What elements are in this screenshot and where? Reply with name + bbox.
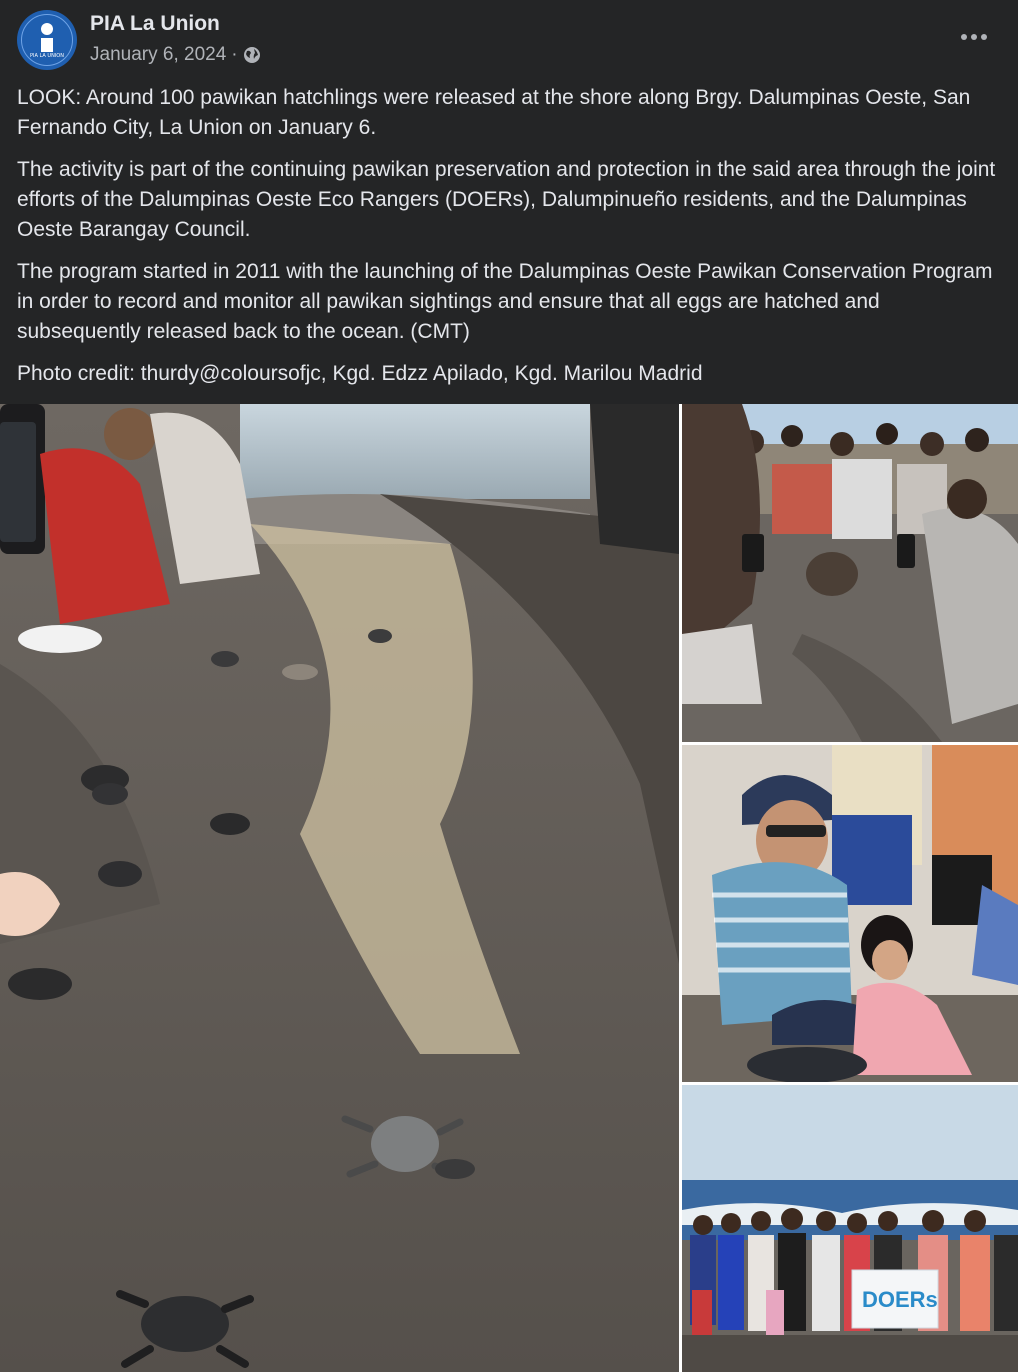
avatar-logo-text: PIA LA UNION — [30, 53, 64, 59]
banner-text: DOERs — [862, 1287, 938, 1312]
globe-icon[interactable] — [243, 46, 261, 64]
page-name-link[interactable]: PIA La Union — [90, 12, 220, 36]
post-body: LOOK: Around 100 pawikan hatchlings were… — [17, 83, 1002, 401]
post-paragraph-3: The program started in 2011 with the lau… — [17, 260, 993, 343]
avatar-logo-dot — [41, 23, 53, 35]
photo-group-with-banner[interactable]: DOERs — [682, 1085, 1018, 1372]
photo-man-and-girl[interactable] — [682, 745, 1018, 1082]
post-paragraph-1: LOOK: Around 100 pawikan hatchlings were… — [17, 86, 971, 139]
meta-separator: · — [231, 44, 238, 65]
photo-hatchlings-on-sand[interactable] — [0, 404, 679, 1372]
photo-credit: Photo credit: thurdy@coloursofjc, Kgd. E… — [17, 362, 703, 385]
post-meta: January 6, 2024 · — [90, 44, 261, 66]
post-header: PIA LA UNION PIA La Union January 6, 202… — [0, 0, 1018, 80]
photo-grid: DOERs — [0, 404, 1018, 1372]
post-date-link[interactable]: January 6, 2024 — [90, 44, 226, 66]
more-horizontal-icon[interactable] — [960, 30, 988, 44]
post-paragraph-2: The activity is part of the continuing p… — [17, 158, 996, 241]
page-avatar[interactable]: PIA LA UNION — [17, 10, 77, 70]
avatar-logo-bar — [41, 38, 53, 52]
photo-crowd-releasing[interactable] — [682, 404, 1018, 742]
